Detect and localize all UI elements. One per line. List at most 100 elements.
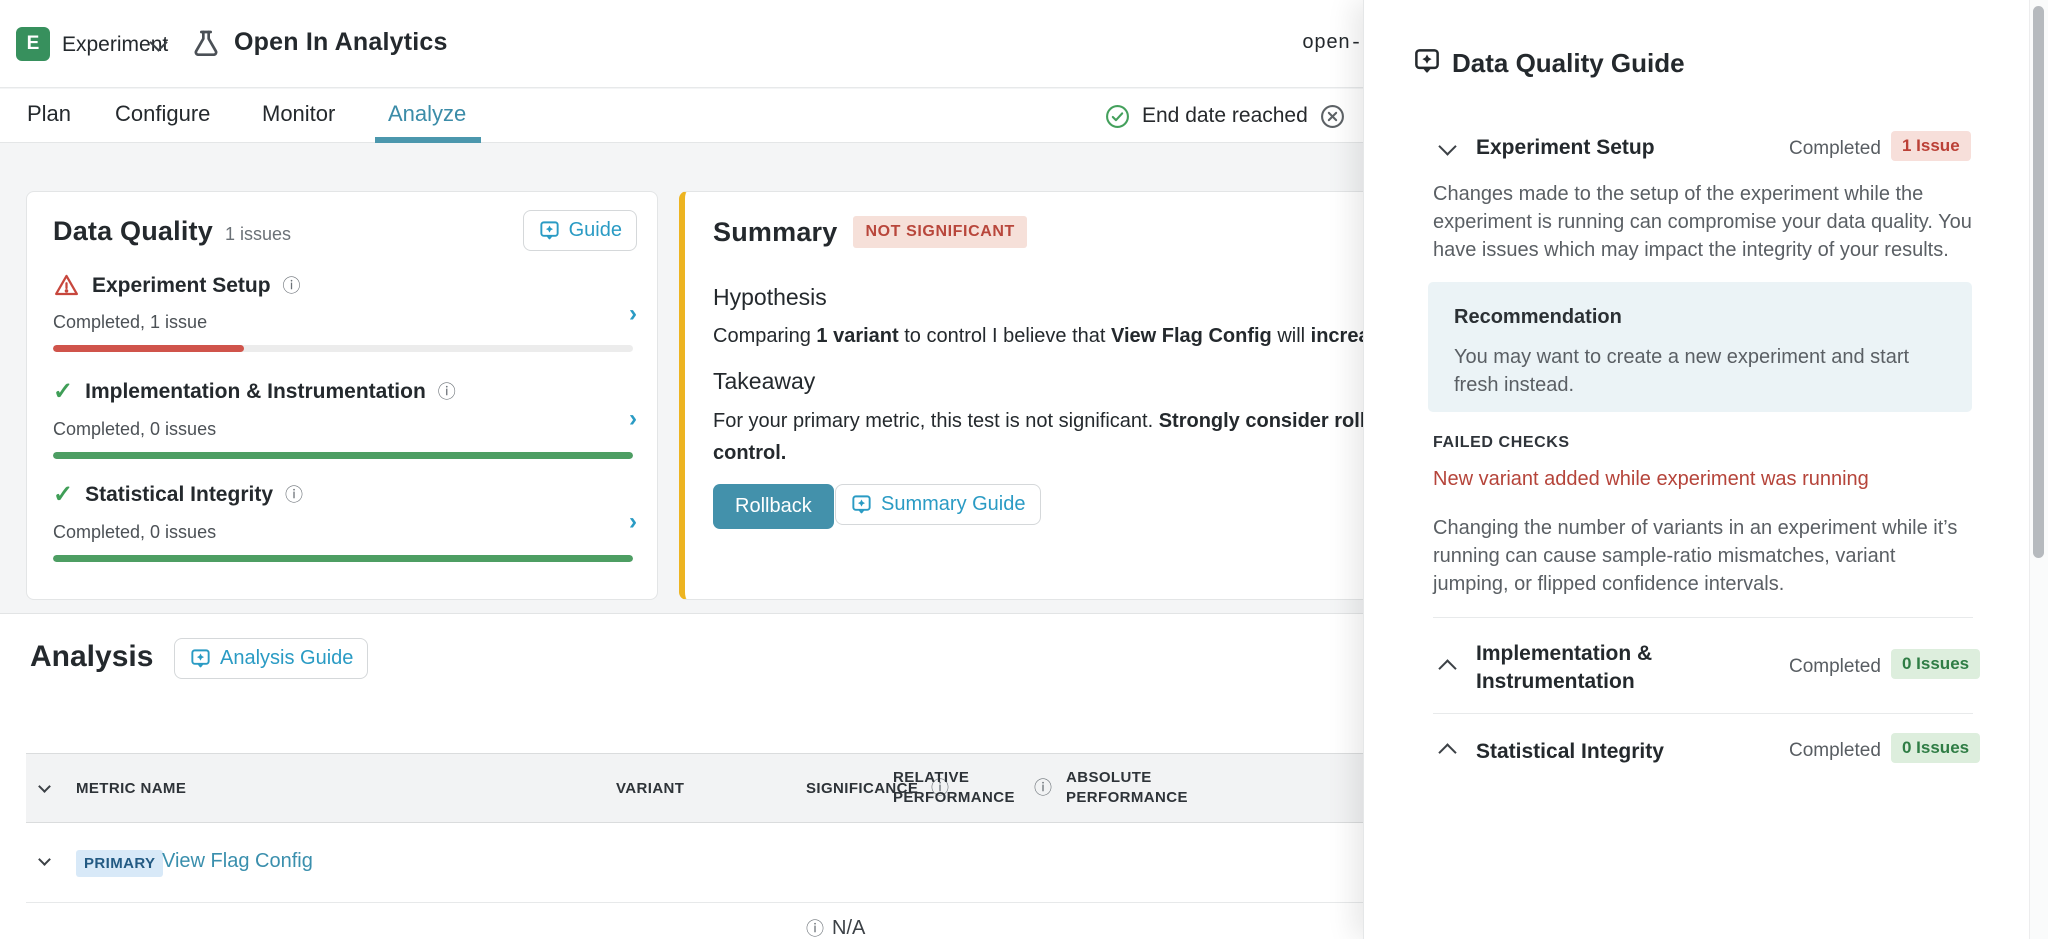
dq-progress-track xyxy=(53,555,633,562)
recommendation-title: Recommendation xyxy=(1454,306,1946,329)
info-icon[interactable]: ⓘ xyxy=(1034,779,1052,797)
guide-button-label: Guide xyxy=(569,219,622,242)
row-expand-chevron-icon[interactable] xyxy=(38,853,51,866)
analysis-title: Analysis xyxy=(30,640,153,674)
summary-card: Summary NOT SIGNIFICANT Hypothesis Compa… xyxy=(679,191,1366,600)
analysis-guide-button[interactable]: Analysis Guide xyxy=(174,638,368,679)
info-icon[interactable]: ⓘ xyxy=(283,277,301,295)
metrics-table: METRIC NAME VARIANT SIGNIFICANCE ⓘ RELAT… xyxy=(26,753,1366,939)
info-icon[interactable]: ⓘ xyxy=(806,920,824,938)
guide-icon xyxy=(850,493,873,516)
significance-value: ⓘ N/A xyxy=(806,917,865,939)
panel-section-title[interactable]: Statistical Integrity xyxy=(1476,738,1664,766)
top-header: E Experiment Open In Analytics open- xyxy=(0,0,1366,88)
check-icon: ✓ xyxy=(53,377,73,406)
takeaway-heading: Takeaway xyxy=(713,368,815,395)
app-window: E Experiment Open In Analytics open- Pla… xyxy=(0,0,2048,939)
check-circle-icon xyxy=(1105,104,1130,129)
section-status: Completed xyxy=(1789,138,1881,160)
dq-item-experiment-setup[interactable]: Experiment Setup ⓘ Completed, 1 issue › xyxy=(53,272,633,352)
panel-section-title[interactable]: Experiment Setup xyxy=(1476,134,1655,162)
collapse-all-chevron-icon[interactable] xyxy=(38,780,51,793)
section-status: Completed xyxy=(1789,656,1881,678)
data-quality-guide-button[interactable]: Guide xyxy=(523,210,637,251)
summary-guide-button[interactable]: Summary Guide xyxy=(835,484,1041,525)
chevron-up-icon[interactable] xyxy=(1438,743,1456,761)
guide-button-label: Summary Guide xyxy=(881,493,1026,516)
section-description: Changes made to the setup of the experim… xyxy=(1433,180,1973,264)
data-quality-issue-count: 1 issues xyxy=(225,224,291,245)
hypothesis-heading: Hypothesis xyxy=(713,284,827,311)
dq-item-status: Completed, 0 issues xyxy=(53,522,633,543)
panel-title: Data Quality Guide xyxy=(1452,48,1685,79)
col-absolute-performance: ABSOLUTE PERFORMANCE xyxy=(1066,768,1198,808)
rollback-button[interactable]: Rollback xyxy=(713,484,834,529)
experiment-status: End date reached xyxy=(1105,89,1345,143)
guide-icon xyxy=(1412,46,1442,76)
flask-icon xyxy=(190,27,222,61)
chevron-up-icon[interactable] xyxy=(1438,659,1456,677)
cancel-circle-icon[interactable] xyxy=(1320,104,1345,129)
col-metric-name: METRIC NAME xyxy=(76,780,186,797)
dq-progress-fill xyxy=(53,345,244,352)
tab-bar: Plan Configure Monitor Analyze End date … xyxy=(0,89,1366,143)
analysis-section: Analysis Analysis Guide METRIC NAME VARI… xyxy=(0,613,1366,939)
dq-progress-track xyxy=(53,452,633,459)
scrollbar-track[interactable] xyxy=(2029,0,2048,939)
dq-item-title: Statistical Integrity xyxy=(85,483,273,507)
recommendation-text: You may want to create a new experiment … xyxy=(1454,343,1934,399)
main-content: E Experiment Open In Analytics open- Pla… xyxy=(0,0,1366,939)
table-header-row: METRIC NAME VARIANT SIGNIFICANCE ⓘ RELAT… xyxy=(26,753,1366,823)
dq-item-status: Completed, 1 issue xyxy=(53,312,633,333)
guide-icon xyxy=(538,219,561,242)
page-title: Open In Analytics xyxy=(234,28,448,57)
failed-check-description: Changing the number of variants in an ex… xyxy=(1433,514,1973,598)
info-icon[interactable]: ⓘ xyxy=(438,383,456,401)
chevron-right-icon[interactable]: › xyxy=(629,508,637,536)
dq-item-statistical-integrity[interactable]: ✓ Statistical Integrity ⓘ Completed, 0 i… xyxy=(53,480,633,562)
metric-name-link[interactable]: View Flag Config xyxy=(162,850,313,873)
col-variant: VARIANT xyxy=(616,780,684,797)
failed-checks-label: FAILED CHECKS xyxy=(1433,434,1570,452)
panel-section-title[interactable]: Implementation & Instrumentation xyxy=(1476,640,1716,696)
hypothesis-text: Comparing 1 variant to control I believe… xyxy=(713,325,1366,348)
dq-progress-fill xyxy=(53,452,633,459)
experiment-type-badge[interactable]: E xyxy=(16,27,50,61)
primary-metric-badge: PRIMARY xyxy=(76,850,163,877)
dq-item-implementation[interactable]: ✓ Implementation & Instrumentation ⓘ Com… xyxy=(53,377,633,459)
takeaway-text-line2: control. xyxy=(713,442,786,465)
failed-check-link[interactable]: New variant added while experiment was r… xyxy=(1433,468,1869,491)
chevron-down-icon[interactable] xyxy=(1438,137,1456,155)
dq-item-title: Implementation & Instrumentation xyxy=(85,380,426,404)
recommendation-box: Recommendation You may want to create a … xyxy=(1428,282,1972,412)
significance-badge: NOT SIGNIFICANT xyxy=(853,216,1026,248)
warning-triangle-icon xyxy=(53,272,80,299)
issue-count-badge: 0 Issues xyxy=(1891,649,1980,679)
scrollbar-thumb[interactable] xyxy=(2033,6,2044,558)
summary-title: Summary xyxy=(713,217,837,248)
tab-plan[interactable]: Plan xyxy=(27,101,71,127)
divider xyxy=(1433,713,1973,714)
dq-item-status: Completed, 0 issues xyxy=(53,419,633,440)
guide-icon xyxy=(189,647,212,670)
metric-row: PRIMARY View Flag Config xyxy=(26,823,1366,903)
chevron-right-icon[interactable]: › xyxy=(629,405,637,433)
dq-progress-track xyxy=(53,345,633,352)
tab-analyze[interactable]: Analyze xyxy=(388,101,466,127)
takeaway-text: For your primary metric, this test is no… xyxy=(713,410,1366,433)
issue-count-badge: 0 Issues xyxy=(1891,733,1980,763)
divider xyxy=(1433,617,1973,618)
guide-button-label: Analysis Guide xyxy=(220,647,353,670)
check-icon: ✓ xyxy=(53,480,73,509)
col-relative-performance: RELATIVE PERFORMANCE xyxy=(893,768,1025,808)
end-date-status-label: End date reached xyxy=(1142,104,1308,128)
experiment-key: open- xyxy=(1302,32,1362,55)
section-status: Completed xyxy=(1789,740,1881,762)
info-icon[interactable]: ⓘ xyxy=(285,486,303,504)
tab-configure[interactable]: Configure xyxy=(115,101,210,127)
data-quality-title: Data Quality xyxy=(53,216,213,247)
data-quality-guide-panel: Data Quality Guide ✕ Experiment Setup Co… xyxy=(1363,0,2048,939)
tab-monitor[interactable]: Monitor xyxy=(262,101,335,127)
na-label: N/A xyxy=(832,917,865,939)
chevron-right-icon[interactable]: › xyxy=(629,300,637,328)
